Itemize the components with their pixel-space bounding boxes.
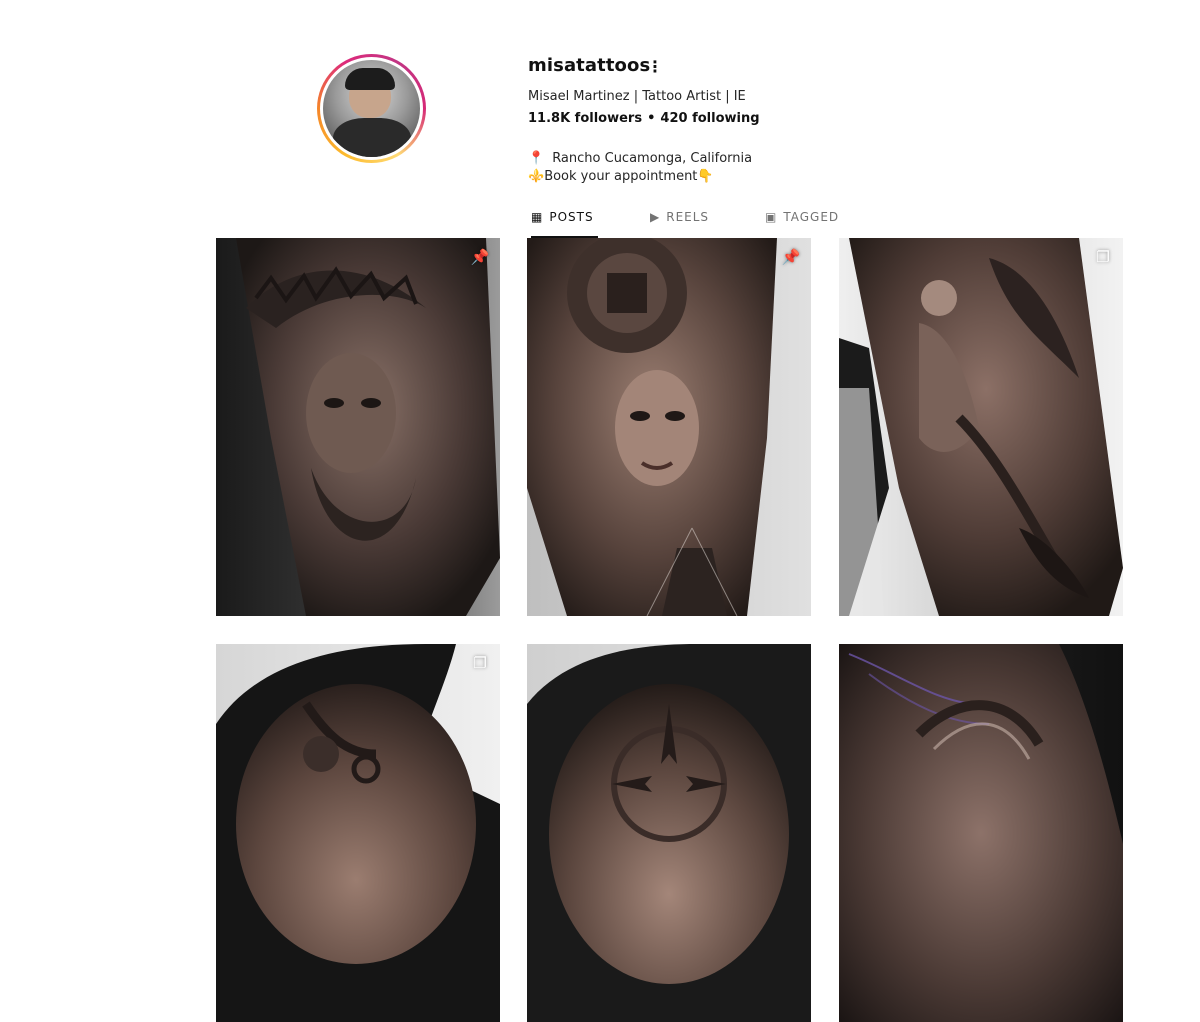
tab-tagged[interactable]: ▣ TAGGED [765,196,839,238]
profile-avatar-story-ring[interactable] [317,54,426,163]
grid-icon: ▦ [531,210,544,224]
carousel-icon: ❐ [1096,248,1110,266]
post-tile[interactable]: 📌 [527,238,811,616]
post-image-sun-mandala-tattoo [527,644,811,1022]
bio-appointment-text: Book your appointment [544,169,698,184]
bio-location: 📍 Rancho Cucamonga, California [528,151,752,166]
fleur-de-lis-icon: ⚜️ [528,169,545,184]
post-image-aztec-woman-tattoo [527,238,811,616]
post-image-jesus-tattoo [216,238,500,616]
followers-link[interactable]: 11.8K followers [528,111,642,126]
post-image-aztec-shield-tattoo [839,644,1123,1022]
more-options-icon[interactable]: ⋮ [647,58,663,76]
post-tile[interactable]: ❐ [839,238,1123,616]
pinned-icon: 📌 [470,248,490,266]
tab-posts-label: POSTS [549,210,594,224]
location-pin-icon: 📍 [528,151,545,166]
profile-full-name: Misael Martinez | Tattoo Artist | IE [528,89,746,104]
post-tile[interactable] [527,644,811,1022]
avatar-frame [320,57,423,160]
profile-username: misatattoos [528,55,651,76]
avatar-cap-shape [345,68,395,90]
tab-tagged-label: TAGGED [783,210,840,224]
post-tile[interactable]: ❐ [216,644,500,1022]
reels-icon: ▶ [650,210,661,224]
following-link[interactable]: 420 following [660,111,759,126]
tagged-icon: ▣ [765,210,778,224]
post-tile[interactable]: 📌 [216,238,500,616]
avatar-body-shape [333,118,411,157]
post-tile[interactable] [839,644,1123,1022]
bio-location-text: Rancho Cucamonga, California [552,151,753,166]
stats-separator: • [647,111,656,126]
post-image-chain-shoulder-tattoo [216,644,500,1022]
bio-appointment: ⚜️Book your appointment👇 [528,169,714,184]
tab-posts[interactable]: ▦ POSTS [531,196,598,238]
tab-reels-label: REELS [666,210,710,224]
pinned-icon: 📌 [781,248,801,266]
avatar [323,60,420,157]
carousel-icon: ❐ [473,654,487,672]
profile-tabs: ▦ POSTS ▶ REELS ▣ TAGGED [516,196,856,238]
profile-stats: 11.8K followers • 420 following [528,111,760,126]
tab-reels[interactable]: ▶ REELS [650,196,709,238]
pointing-down-icon: 👇 [697,169,714,184]
post-image-angel-tattoo [839,238,1123,616]
